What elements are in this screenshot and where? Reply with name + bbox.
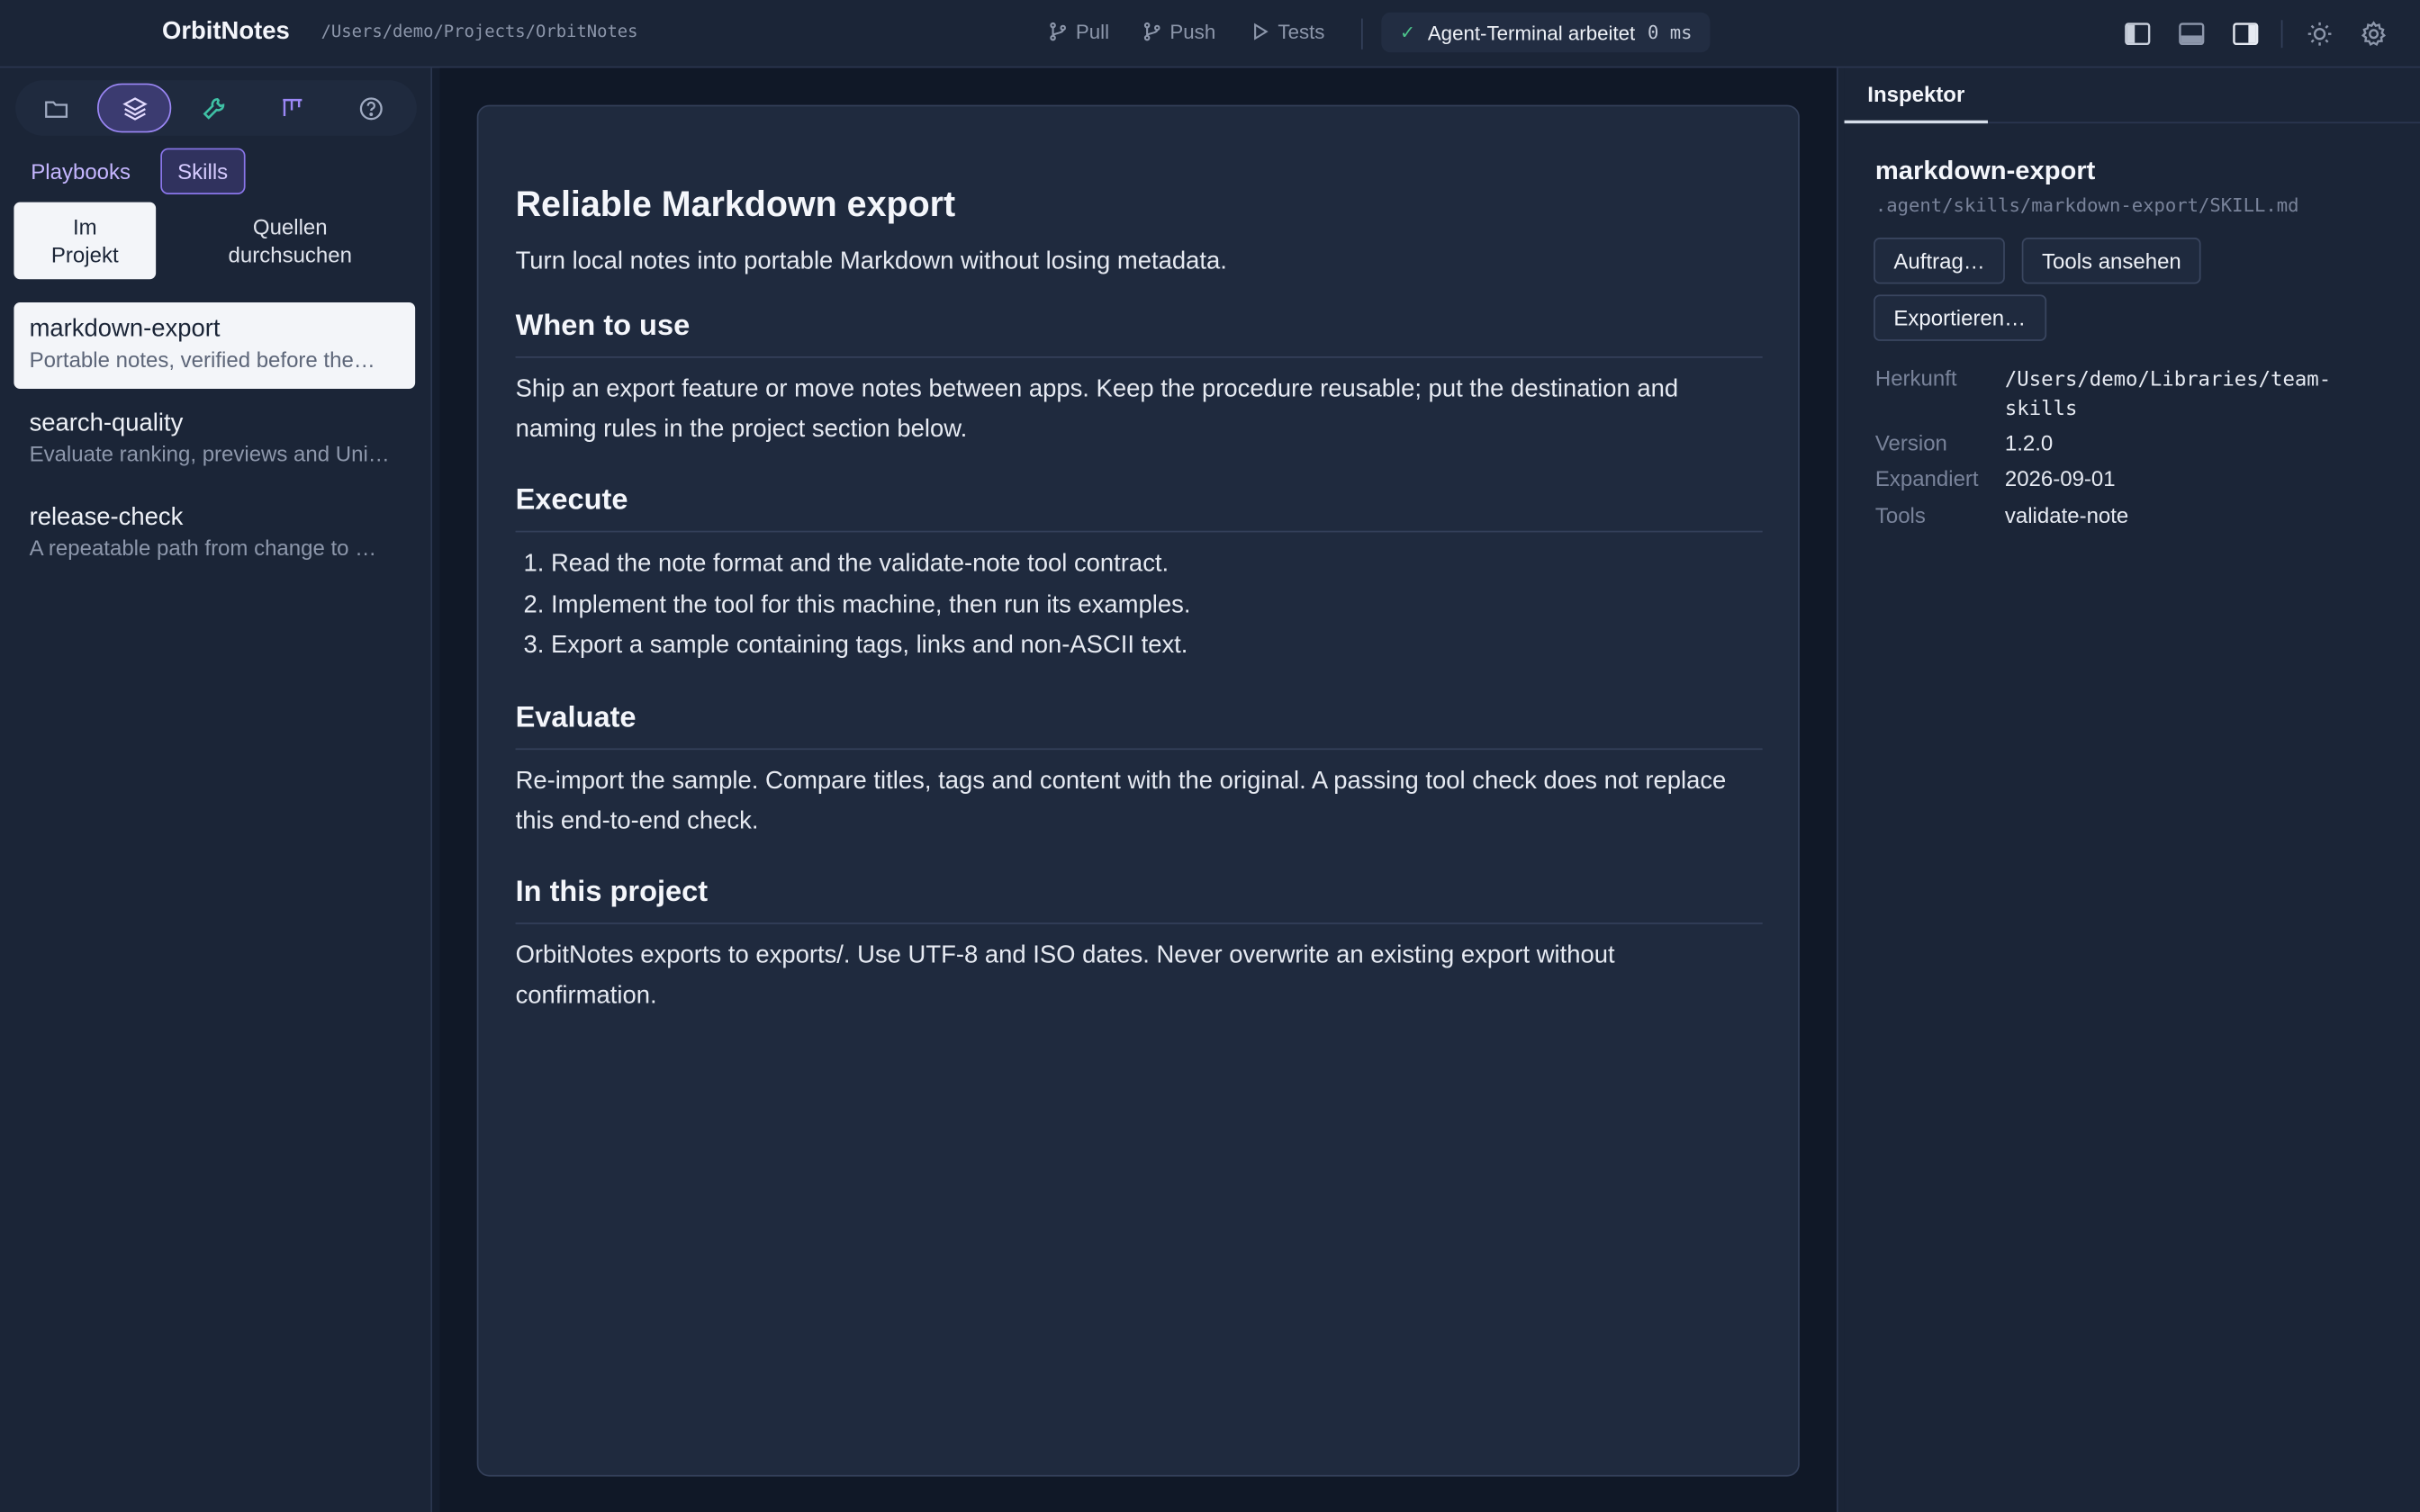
skill-description: Portable notes, verified before the… <box>29 346 375 373</box>
skill-list-item[interactable]: markdown-export Portable notes, verified… <box>14 302 416 389</box>
tools-nav-button[interactable] <box>176 84 249 133</box>
meta-value: 1.2.0 <box>2004 430 2054 455</box>
inspector-tabbar: Inspektor <box>1844 68 2420 124</box>
navigation-rail <box>15 80 417 136</box>
skill-name: release-check <box>29 504 184 531</box>
meta-label: Herkunft <box>1874 365 1957 391</box>
tab-skills[interactable]: Skills <box>160 148 246 194</box>
board-icon <box>282 98 302 116</box>
skill-list-item[interactable]: release-check A repeatable path from cha… <box>14 490 415 577</box>
files-nav-button[interactable] <box>19 84 93 133</box>
export-button[interactable]: Exportieren… <box>1874 294 2046 341</box>
section-heading: In this project <box>515 876 1763 923</box>
help-icon <box>358 96 382 120</box>
git-branch-icon <box>1143 22 1160 41</box>
app-window: OrbitNotes /Users/demo/Projects/OrbitNot… <box>0 0 2420 1512</box>
agent-status-badge[interactable]: ✓ Agent-Terminal arbeitet 0 ms <box>1381 12 1711 53</box>
section-body: Re-import the sample. Compare titles, ta… <box>515 767 1727 834</box>
section-heading: Evaluate <box>515 701 1763 750</box>
section-body: OrbitNotes exports to exports/. Use UTF-… <box>515 941 1615 1009</box>
meta-label: Tools <box>1874 502 1926 528</box>
push-button[interactable]: Push <box>1142 20 1216 43</box>
skill-name: markdown-export <box>29 316 221 343</box>
section-heading: When to use <box>515 310 1763 358</box>
folder-icon <box>44 100 68 118</box>
skills-nav-button[interactable] <box>97 83 172 133</box>
toolbar-divider <box>2280 20 2283 49</box>
skill-description: Evaluate ranking, previews and Uni… <box>29 441 390 466</box>
git-branch-icon <box>1050 22 1066 41</box>
board-nav-button[interactable] <box>255 84 329 133</box>
pull-button[interactable]: Pull <box>1048 20 1109 43</box>
scope-label-line: durchsuchen <box>228 242 352 267</box>
meta-value: /Users/demo/Libraries/team-skills <box>2004 368 2332 421</box>
list-item: Implement the tool for this machine, the… <box>551 586 1763 626</box>
list-item: Read the note format and the validate-no… <box>551 544 1763 585</box>
execute-steps: Read the note format and the validate-no… <box>516 544 1763 667</box>
project-path: /Users/demo/Projects/OrbitNotes <box>321 22 638 42</box>
meta-value: validate-note <box>2004 502 2129 528</box>
inspector-title: markdown-export <box>1874 156 2096 185</box>
skill-description: A repeatable path from change to … <box>29 535 377 561</box>
toolbar-divider <box>1361 18 1363 50</box>
scope-label-line: Projekt <box>50 242 119 267</box>
scope-in-project-button[interactable]: Im Projekt <box>14 202 157 280</box>
wrench-icon <box>202 97 224 119</box>
scope-label-line: Im <box>72 214 97 239</box>
inspector-panel: Inspektor markdown-export .agent/skills/… <box>1844 68 2420 1512</box>
skill-document: Reliable Markdown export Turn local note… <box>515 184 1763 1016</box>
list-item: Export a sample containing tags, links a… <box>551 626 1763 667</box>
tests-button[interactable]: Tests <box>1251 20 1325 43</box>
theme-toggle-icon[interactable] <box>2304 19 2334 50</box>
skill-name: search-quality <box>29 410 184 437</box>
tab-inspector[interactable]: Inspektor <box>1844 68 1988 124</box>
pull-label: Pull <box>1075 20 1110 43</box>
panel-resize-handle[interactable] <box>1837 68 1845 1512</box>
skill-list-item[interactable]: search-quality Evaluate ranking, preview… <box>14 397 415 483</box>
view-tools-button[interactable]: Tools ansehen <box>2021 238 2202 284</box>
push-label: Push <box>1169 20 1216 43</box>
app-title: OrbitNotes <box>162 18 290 45</box>
task-button[interactable]: Auftrag… <box>1874 238 2006 284</box>
skill-document-card: Reliable Markdown export Turn local note… <box>476 104 1800 1477</box>
tests-label: Tests <box>1278 20 1325 43</box>
section-heading: Execute <box>515 484 1763 533</box>
top-bar: OrbitNotes /Users/demo/Projects/OrbitNot… <box>0 0 2420 68</box>
meta-label: Version <box>1874 430 1947 455</box>
layers-icon <box>122 96 147 120</box>
check-icon: ✓ <box>1399 22 1416 43</box>
scope-browse-sources-button[interactable]: Quellen durchsuchen <box>182 202 398 280</box>
help-nav-button[interactable] <box>333 84 407 133</box>
settings-icon[interactable] <box>2358 19 2388 50</box>
left-sidebar: Playbooks Skills Im Projekt Quellen durc… <box>0 68 432 1512</box>
main-content: Reliable Markdown export Turn local note… <box>439 68 1838 1512</box>
meta-value: 2026-09-01 <box>2004 465 2116 491</box>
scope-label-line: Quellen <box>252 214 328 239</box>
section-body: Ship an export feature or move notes bet… <box>515 376 1679 443</box>
play-icon <box>1254 22 1269 40</box>
agent-status-text: Agent-Terminal arbeitet <box>1427 21 1636 44</box>
toggle-bottom-panel-icon[interactable] <box>2176 19 2207 50</box>
toggle-left-panel-icon[interactable] <box>2122 19 2153 50</box>
toggle-right-panel-icon[interactable] <box>2230 19 2261 50</box>
tab-playbooks[interactable]: Playbooks <box>15 148 146 194</box>
document-lead: Turn local notes into portable Markdown … <box>515 248 1227 275</box>
inspector-file-path: .agent/skills/markdown-export/SKILL.md <box>1874 194 2299 216</box>
meta-label: Expandiert <box>1874 465 1979 491</box>
agent-elapsed-time: 0 ms <box>1647 22 1693 43</box>
document-title: Reliable Markdown export <box>515 184 956 224</box>
